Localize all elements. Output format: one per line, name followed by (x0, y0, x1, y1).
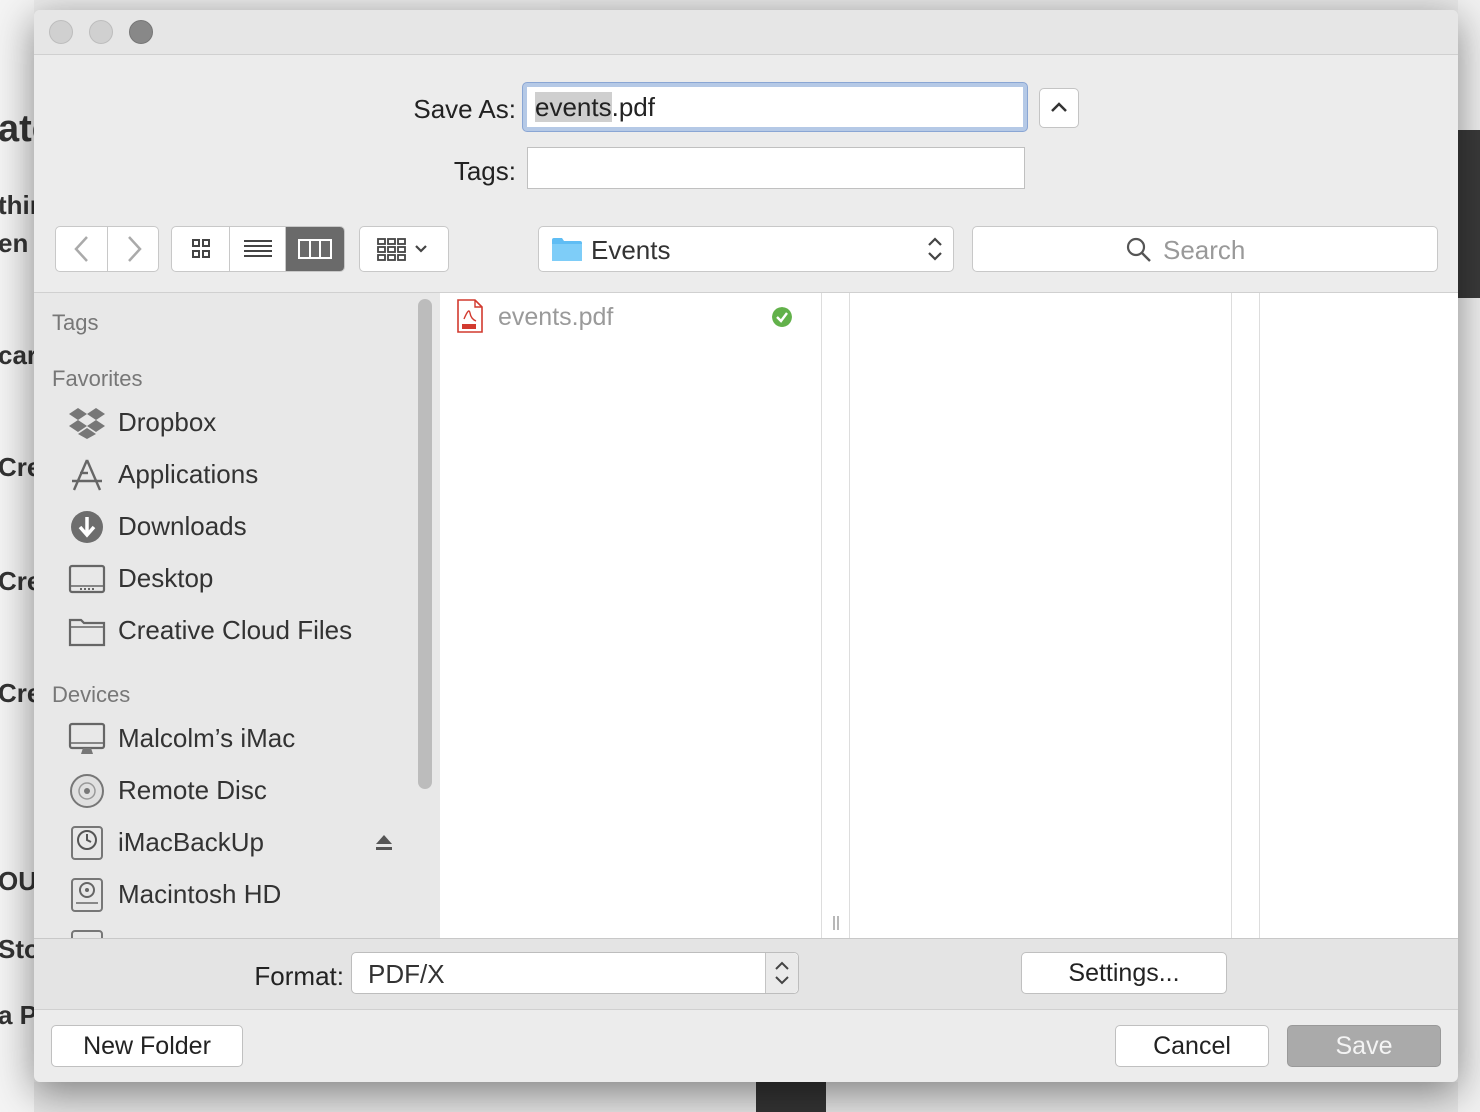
filename-extension: .pdf (611, 92, 655, 122)
background-top-strip (560, 0, 1460, 10)
background-left-strip: ate thin en X car Crea Crea Crea OU Sto … (0, 0, 34, 1112)
sidebar-item-macintosh-hd[interactable]: Macintosh HD (68, 873, 428, 917)
downloads-icon (71, 511, 103, 543)
search-field[interactable]: Search (972, 226, 1438, 272)
location-label: Events (591, 235, 671, 265)
title-bar (34, 10, 1458, 55)
sidebar-item-truncated[interactable] (68, 925, 428, 939)
list-view-button[interactable] (230, 227, 286, 271)
minimize-window-button[interactable] (89, 20, 113, 44)
sidebar-item-label: Desktop (118, 563, 214, 593)
forward-button[interactable] (108, 227, 160, 271)
format-select-arrow (765, 953, 798, 993)
new-folder-button[interactable]: New Folder (51, 1025, 243, 1067)
cancel-button[interactable]: Cancel (1115, 1025, 1269, 1067)
icon-view-icon (192, 239, 210, 258)
arrange-icon (377, 238, 427, 261)
sidebar-item-label: Applications (118, 459, 259, 489)
chevron-updown-icon (775, 961, 789, 985)
expand-dialog-button[interactable] (1039, 88, 1079, 128)
save-dialog: Save As: events.pdf Tags: Events Search … (34, 10, 1458, 1082)
column-divider (1231, 293, 1232, 939)
column-view-button[interactable] (286, 227, 344, 271)
file-name: events.pdf (498, 303, 614, 331)
chevron-up-icon (1051, 102, 1067, 112)
sidebar-header-favorites: Favorites (52, 366, 143, 391)
sidebar-header-devices: Devices (52, 682, 131, 707)
filename-selection: events (535, 92, 612, 122)
location-popup[interactable]: Events (538, 226, 954, 272)
folder-icon (552, 238, 582, 261)
sidebar: Tags Favorites Dropbox Applications Down… (34, 292, 440, 939)
sidebar-item-imac[interactable]: Malcolm’s iMac (68, 717, 428, 761)
sidebar-header-tags[interactable]: Tags (52, 310, 98, 336)
file-browser: events.pdf (440, 292, 1458, 939)
folder-icon (68, 618, 106, 647)
sidebar-item-label: Dropbox (118, 407, 217, 437)
column-divider[interactable] (821, 293, 822, 939)
background-bottom-strip (34, 1082, 1458, 1112)
save-as-input[interactable]: events.pdf (523, 83, 1027, 131)
column-divider (1259, 293, 1260, 939)
sidebar-item-imacbackup[interactable]: iMacBackUp (68, 821, 428, 865)
tags-input[interactable] (527, 147, 1025, 189)
hard-drive-icon (71, 878, 103, 912)
search-icon (1126, 237, 1151, 262)
sidebar-item-label: Malcolm’s iMac (118, 723, 296, 753)
save-as-label: Save As: (413, 94, 516, 124)
format-bar: Format: PDF/X Settings... (34, 938, 1458, 1010)
sidebar-item-label: iMacBackUp (118, 827, 264, 857)
disc-icon (70, 774, 104, 808)
format-label: Format: (254, 961, 344, 991)
chevron-left-icon (74, 236, 88, 262)
column-resize-handle[interactable] (831, 915, 841, 931)
icon-view-button[interactable] (172, 227, 230, 271)
chevron-updown-icon (928, 237, 942, 261)
sidebar-item-label: Remote Disc (118, 775, 267, 805)
sidebar-item-downloads[interactable]: Downloads (68, 505, 428, 549)
sidebar-item-label: Creative Cloud Files (118, 615, 353, 645)
sidebar-item-label: Macintosh HD (118, 879, 282, 909)
zoom-window-button[interactable] (129, 20, 153, 44)
imac-icon (68, 722, 106, 754)
format-select[interactable]: PDF/X (351, 952, 799, 994)
list-view-icon (244, 240, 272, 257)
applications-icon (72, 459, 102, 491)
sidebar-item-dropbox[interactable]: Dropbox (68, 401, 428, 445)
column-view-icon (298, 239, 332, 259)
search-placeholder: Search (1163, 235, 1246, 265)
tags-label: Tags: (453, 156, 516, 186)
time-machine-disk-icon (71, 826, 103, 860)
back-button[interactable] (56, 227, 108, 271)
format-value: PDF/X (368, 959, 445, 989)
sidebar-item-label: Downloads (118, 511, 247, 541)
settings-button[interactable]: Settings... (1021, 952, 1227, 994)
file-row[interactable]: events.pdf (456, 299, 806, 339)
sidebar-item-applications[interactable]: Applications (68, 453, 428, 497)
sidebar-item-remote-disc[interactable]: Remote Disc (68, 769, 428, 813)
save-button[interactable]: Save (1287, 1025, 1441, 1067)
chevron-right-icon (128, 236, 142, 262)
sidebar-scrollbar[interactable] (418, 299, 432, 789)
eject-icon[interactable] (374, 833, 394, 853)
arrange-button[interactable] (359, 226, 449, 272)
sidebar-item-creative-cloud-files[interactable]: Creative Cloud Files (68, 609, 428, 653)
background-right-strip (1458, 0, 1480, 1112)
close-window-button[interactable] (49, 20, 73, 44)
sidebar-item-desktop[interactable]: Desktop (68, 557, 428, 601)
column-divider (849, 293, 850, 939)
pdf-icon (457, 299, 483, 333)
navigation-buttons (55, 226, 159, 272)
view-mode-control (171, 226, 345, 272)
synced-check-icon (772, 307, 792, 327)
desktop-icon (68, 564, 106, 594)
dropbox-icon (69, 408, 105, 439)
